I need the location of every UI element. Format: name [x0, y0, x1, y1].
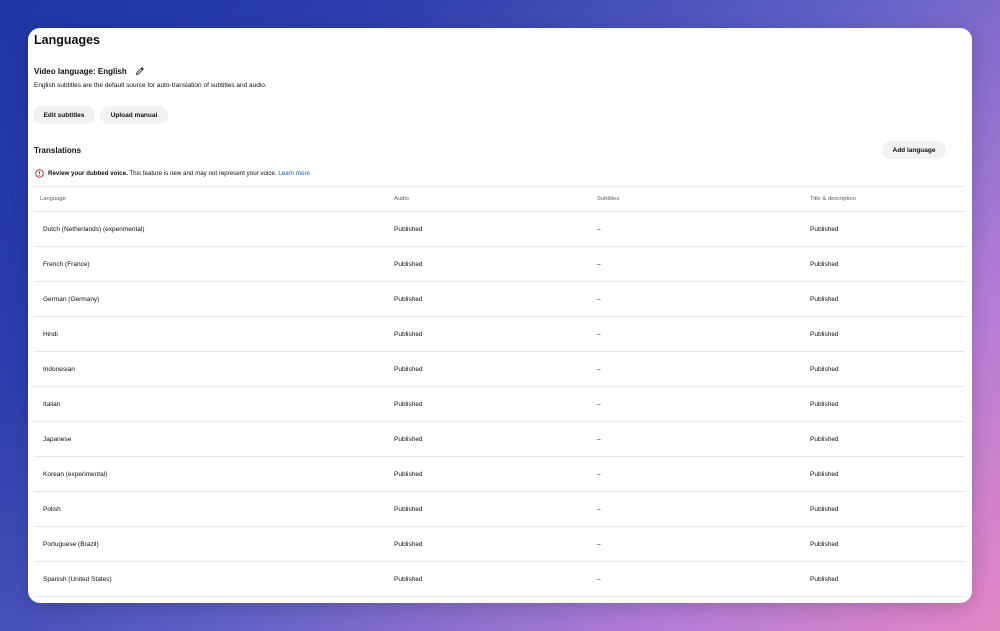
title-description-status-cell: Published: [810, 296, 839, 303]
title-description-status-cell: Published: [810, 261, 839, 268]
add-language-button[interactable]: Add language: [882, 141, 946, 159]
language-cell: Italian: [43, 401, 61, 408]
subtitles-status-cell: –: [597, 296, 601, 303]
title-description-status-cell: Published: [810, 436, 839, 443]
title-description-status-cell: Published: [810, 506, 839, 513]
language-cell: German (Germany): [43, 296, 100, 303]
language-cell: Spanish (United States): [43, 576, 112, 583]
table-row[interactable]: Indonesian Published – Published: [34, 352, 964, 387]
learn-more-link[interactable]: Learn more: [278, 170, 310, 177]
table-row[interactable]: Hindi Published – Published: [34, 317, 964, 352]
audio-status-cell: Published: [394, 366, 423, 373]
video-language-label: Video language: English: [34, 66, 127, 76]
language-cell: Indonesian: [43, 366, 75, 373]
subtitles-status-cell: –: [597, 401, 601, 408]
audio-status-cell: Published: [394, 296, 423, 303]
audio-status-cell: Published: [394, 471, 423, 478]
dubbed-voice-warning: Review your dubbed voice. This feature i…: [35, 169, 310, 178]
table-row[interactable]: French (France) Published – Published: [34, 247, 964, 282]
column-header-audio: Audio: [394, 196, 409, 202]
subtitles-status-cell: –: [597, 366, 601, 373]
title-description-status-cell: Published: [810, 471, 839, 478]
subtitles-status-cell: –: [597, 226, 601, 233]
language-cell: Dutch (Netherlands) (experimental): [43, 226, 145, 233]
audio-status-cell: Published: [394, 506, 423, 513]
video-language-row: Video language: English: [34, 66, 145, 76]
edit-subtitles-button[interactable]: Edit subtitles: [33, 106, 95, 124]
table-row[interactable]: Polish Published – Published: [34, 492, 964, 527]
audio-status-cell: Published: [394, 261, 423, 268]
title-description-status-cell: Published: [810, 541, 839, 548]
title-description-status-cell: Published: [810, 576, 839, 583]
audio-status-cell: Published: [394, 576, 423, 583]
subtitles-status-cell: –: [597, 436, 601, 443]
table-row[interactable]: Portuguese (Brazil) Published – Published: [34, 527, 964, 562]
video-language-description: English subtitles are the default source…: [34, 82, 267, 89]
language-cell: Portuguese (Brazil): [43, 541, 99, 548]
title-description-status-cell: Published: [810, 366, 839, 373]
subtitles-status-cell: –: [597, 261, 601, 268]
subtitles-status-cell: –: [597, 506, 601, 513]
language-cell: Japanese: [43, 436, 72, 443]
audio-status-cell: Published: [394, 401, 423, 408]
title-description-status-cell: Published: [810, 401, 839, 408]
title-description-status-cell: Published: [810, 226, 839, 233]
audio-status-cell: Published: [394, 436, 423, 443]
pencil-icon[interactable]: [135, 66, 145, 76]
table-row[interactable]: Italian Published – Published: [34, 387, 964, 422]
audio-status-cell: Published: [394, 331, 423, 338]
audio-status-cell: Published: [394, 226, 423, 233]
languages-card: Languages Video language: English Englis…: [28, 28, 972, 603]
column-header-language: Language: [40, 196, 66, 202]
upload-manual-button[interactable]: Upload manual: [100, 106, 168, 124]
subtitles-status-cell: –: [597, 331, 601, 338]
column-header-subtitles: Subtitles: [597, 196, 620, 202]
translations-title: Translations: [34, 146, 82, 155]
warning-text: This feature is new and may not represen…: [127, 170, 279, 177]
language-cell: Korean (experimental): [43, 471, 108, 478]
table-row[interactable]: Dutch (Netherlands) (experimental) Publis…: [34, 212, 964, 247]
language-cell: French (France): [43, 261, 90, 268]
table-row[interactable]: German (Germany) Published – Published: [34, 282, 964, 317]
table-row[interactable]: Japanese Published – Published: [34, 422, 964, 457]
subtitles-status-cell: –: [597, 576, 601, 583]
warning-bold-text: Review your dubbed voice.: [48, 170, 128, 177]
error-circle-icon: [35, 169, 44, 178]
table-row[interactable]: Spanish (United States) Published – Publish…: [34, 562, 964, 597]
language-cell: Hindi: [43, 331, 58, 338]
table-row[interactable]: Korean (experimental) Published – Published: [34, 457, 964, 492]
subtitles-status-cell: –: [597, 471, 601, 478]
translations-table: Language Audio Subtitles Title & descrip…: [34, 186, 964, 597]
audio-status-cell: Published: [394, 541, 423, 548]
subtitles-status-cell: –: [597, 541, 601, 548]
page-title: Languages: [34, 33, 100, 47]
language-cell: Polish: [43, 506, 61, 513]
title-description-status-cell: Published: [810, 331, 839, 338]
column-header-title-description: Title & description: [810, 196, 856, 202]
table-header: Language Audio Subtitles Title & descrip…: [34, 186, 964, 212]
